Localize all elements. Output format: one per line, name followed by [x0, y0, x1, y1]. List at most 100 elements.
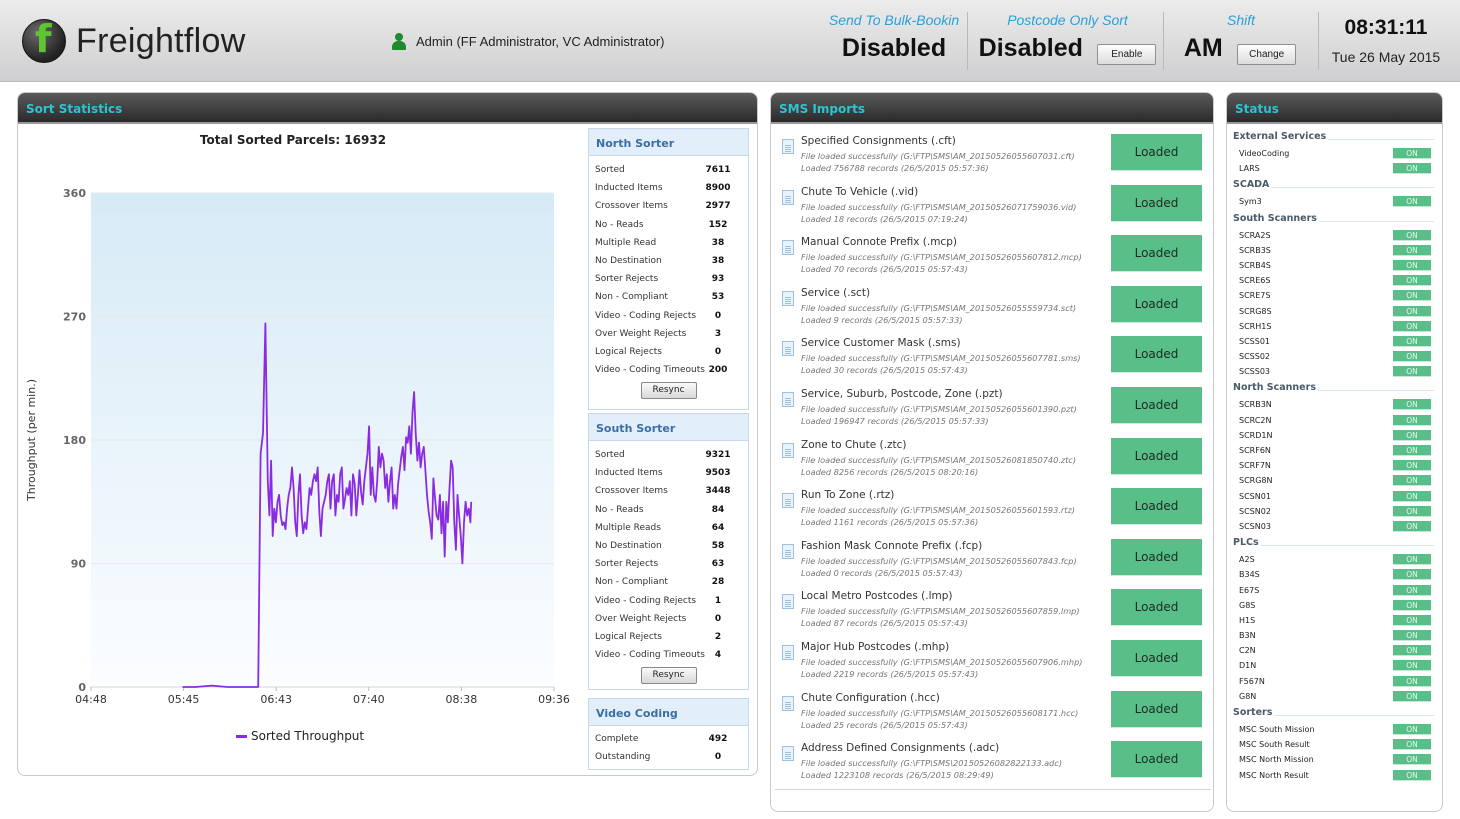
status-on-badge: ON — [1393, 675, 1431, 687]
stat-row: Sorted 9321 — [589, 446, 748, 464]
status-row: SCSS02 ON — [1227, 349, 1442, 364]
status-row: SCRA2S ON — [1227, 228, 1442, 243]
status-row: H1S ON — [1227, 613, 1442, 628]
sms-import-title: Local Metro Postcodes (.lmp) — [801, 590, 953, 603]
change-shift-button[interactable]: Change — [1237, 44, 1297, 66]
stat-label: Logical Rejects — [595, 631, 662, 642]
sms-import-record-count: Loaded 30 records (26/5/2015 05:57:43) — [801, 365, 968, 376]
status-on-badge: ON — [1393, 630, 1431, 642]
status-item-name: SCRE7S — [1239, 291, 1271, 301]
clock-time: 08:31:11 — [1344, 16, 1428, 39]
sms-import-item: Chute Configuration (.hcc) File loaded su… — [771, 683, 1213, 734]
header-divider — [967, 12, 968, 70]
status-item-name: SCRB3N — [1239, 400, 1272, 410]
sms-import-item: Service (.sct) File loaded successfully (… — [771, 278, 1213, 329]
stat-label: Crossover Items — [595, 486, 668, 497]
stat-value: 3448 — [705, 486, 731, 497]
sms-import-status-button[interactable]: Loaded — [1111, 639, 1202, 677]
sms-import-record-count: Loaded 70 records (26/5/2015 05:57:43) — [801, 264, 968, 275]
status-item-name: SCSN02 — [1239, 506, 1271, 516]
stat-row: Multiple Read 38 — [589, 234, 748, 252]
sms-import-file-status: File loaded successfully (G:\FTP\SMS\AM_… — [801, 555, 1077, 566]
status-row: SCRF6N ON — [1227, 443, 1442, 458]
status-on-badge: ON — [1393, 445, 1431, 456]
status-row: SCRB3S ON — [1227, 243, 1442, 258]
sms-import-file-status: File loaded successfully (G:\FTP\SMS\AM_… — [801, 302, 1077, 313]
video-coding-box: Video Coding Complete 492 Outstanding 0 — [588, 698, 749, 770]
sms-import-status-button[interactable]: Loaded — [1111, 690, 1202, 728]
sms-import-item: Service, Suburb, Postcode, Zone (.pzt) Fi… — [771, 379, 1213, 430]
enable-postcode-sort-button[interactable]: Enable — [1097, 44, 1157, 66]
status-on-badge: ON — [1393, 460, 1431, 472]
stat-value: 9503 — [705, 468, 731, 479]
file-icon — [782, 341, 794, 357]
sms-import-status-button[interactable]: Loaded — [1111, 235, 1202, 273]
status-row: SCSS03 ON — [1227, 364, 1442, 379]
stat-row: Logical Rejects 2 — [589, 628, 748, 646]
sms-import-item: Specified Consignments (.cft) File loaded… — [771, 126, 1213, 177]
sms-import-file-status: File loaded successfully (G:\FTP\SMS\AM_… — [801, 656, 1083, 667]
status-panel: Status External Services VideoCoding ON LAR… — [1226, 92, 1443, 812]
sms-import-status-button[interactable]: Loaded — [1111, 538, 1202, 576]
stat-label: No - Reads — [595, 504, 644, 515]
status-item-name: SCSS02 — [1239, 352, 1270, 362]
postcode-sort-group: Postcode Only Sort Disabled Enable — [975, 12, 1160, 74]
stat-row: Sorted 7611 — [589, 161, 748, 179]
sms-import-status-button[interactable]: Loaded — [1111, 285, 1202, 323]
status-row: SCRE6S ON — [1227, 273, 1442, 288]
status-item-name: SCRG8N — [1239, 476, 1273, 486]
sms-import-status-button[interactable]: Loaded — [1111, 741, 1202, 779]
status-item-name: F567N — [1239, 676, 1265, 686]
status-item-name: E67S — [1239, 585, 1260, 595]
throughput-chart: 09018027036004:48 05:45 06:43 07:40 08:38 09:… — [25, 187, 570, 706]
stat-row: Non - Compliant 28 — [589, 573, 748, 591]
stat-row: Crossover Items 3448 — [589, 482, 748, 500]
sms-import-status-button[interactable]: Loaded — [1111, 386, 1202, 424]
stat-label: Multiple Read — [595, 237, 657, 248]
sms-import-file-status: File loaded successfully (G:\FTP\SMS\AM_… — [801, 201, 1077, 212]
sms-import-title: Address Defined Consignments (.adc) — [801, 742, 1000, 755]
shift-label: Shift — [1226, 12, 1255, 28]
stat-value: 8900 — [705, 183, 731, 194]
stat-label: Video - Coding Timeouts — [595, 365, 705, 376]
sms-import-file-status: File loaded successfully (G:\FTP\SMS\201… — [801, 758, 1063, 769]
sms-import-status-button[interactable]: Loaded — [1111, 488, 1202, 526]
status-section-title: South Scanners — [1227, 212, 1442, 228]
stat-label: Sorted — [595, 450, 625, 460]
status-row: MSC South Mission ON — [1227, 722, 1442, 737]
stat-label: Multiple Reads — [595, 522, 661, 533]
status-row: SCRB3N ON — [1227, 397, 1442, 412]
status-row: SCRG8N ON — [1227, 473, 1442, 488]
status-item-name: C2N — [1239, 646, 1256, 656]
sms-imports-list: Specified Consignments (.cft) File loaded… — [771, 126, 1213, 784]
stat-value: 38 — [711, 237, 725, 248]
north-resync-button[interactable]: Resync — [640, 382, 697, 400]
south-resync-button[interactable]: Resync — [640, 667, 697, 685]
sms-import-file-status: File loaded successfully (G:\FTP\SMS\AM_… — [801, 353, 1081, 364]
stat-row: Complete 492 — [589, 730, 748, 748]
stat-label: Over Weight Rejects — [595, 613, 687, 624]
status-section-title: North Scanners — [1227, 382, 1442, 397]
status-row: MSC North Mission ON — [1227, 752, 1442, 767]
status-on-badge: ON — [1393, 244, 1431, 256]
stat-label: Sorted — [595, 165, 625, 175]
sms-import-title: Service, Suburb, Postcode, Zone (.pzt) — [801, 387, 1003, 400]
status-item-name: SCRC2N — [1239, 415, 1272, 425]
status-item-name: G8N — [1239, 691, 1257, 701]
stat-label: Complete — [595, 734, 639, 744]
status-item-name: Sym3 — [1239, 197, 1262, 207]
status-on-badge: ON — [1393, 769, 1431, 781]
status-item-name: SCSS03 — [1239, 367, 1270, 377]
status-row: D1N ON — [1227, 658, 1442, 673]
brand-name: Freightflow — [76, 22, 246, 60]
sms-import-status-button[interactable]: Loaded — [1111, 589, 1202, 627]
stat-value: 2977 — [705, 201, 731, 212]
stat-row: Video - Coding Timeouts 200 — [589, 361, 748, 379]
south-sorter-title: South Sorter — [589, 414, 748, 441]
clock: 08:31:11 Tue 26 May 2015 — [1324, 16, 1448, 65]
sms-import-status-button[interactable]: Loaded — [1111, 184, 1202, 222]
stat-label: Video - Coding Rejects — [595, 310, 697, 321]
sms-import-status-button[interactable]: Loaded — [1111, 336, 1202, 374]
sms-import-status-button[interactable]: Loaded — [1111, 437, 1202, 475]
sms-import-status-button[interactable]: Loaded — [1111, 134, 1202, 171]
